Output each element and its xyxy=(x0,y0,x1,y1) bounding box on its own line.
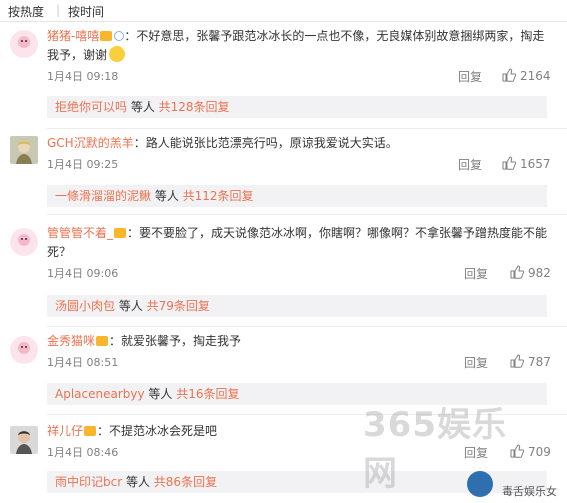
comment-time: 1月4日 09:06 xyxy=(47,267,119,280)
reply-summary-count[interactable]: 共16条回复 xyxy=(176,387,239,401)
reply-button[interactable]: 回复 xyxy=(464,265,488,282)
reply-summary-mid: 等人 xyxy=(115,299,147,313)
site-watermark: 365娱乐网 毒舌娱乐女 xyxy=(363,405,563,501)
like-count: 2164 xyxy=(520,69,551,83)
comment-body: 金秀猫咪 ：就爱张馨予，掏走我予 xyxy=(47,332,555,351)
comment-username[interactable]: GCH沉默的羔羊 xyxy=(47,136,134,150)
comment-text: ：路人能说张比范漂亮行吗，原谅我爱说大实话。 xyxy=(133,136,398,150)
avatar[interactable] xyxy=(10,336,38,364)
comment-text: ：不提范冰冰会死是吧 xyxy=(97,424,218,438)
vip-badge-icon xyxy=(84,426,97,436)
thumb-up-icon xyxy=(502,156,517,170)
like-button[interactable]: 1657 xyxy=(502,156,551,171)
thumb-up-icon xyxy=(510,265,525,279)
comment-username[interactable]: 管管管不着_ xyxy=(47,226,113,240)
comment-time: 1月4日 08:46 xyxy=(47,446,119,459)
reply-summary[interactable]: 拒绝你可以吗 等人 共128条回复 xyxy=(47,96,547,118)
sort-by-hot-tab[interactable]: 按热度 xyxy=(8,3,44,20)
comment-body: 管管管不着_ ：要不要脸了，成天说像范冰冰啊，你瞎啊？哪像啊？不拿张馨予蹭热度能不… xyxy=(47,224,555,262)
reply-button[interactable]: 回复 xyxy=(458,68,482,85)
vip-badge-icon xyxy=(96,336,109,346)
reply-summary-count[interactable]: 共79条回复 xyxy=(147,299,210,313)
reply-summary-count[interactable]: 共86条回复 xyxy=(154,475,217,489)
reply-summary-mid: 等人 xyxy=(144,387,177,401)
reply-summary-user[interactable]: 雨中印记bcr xyxy=(55,475,122,489)
reply-summary-mid: 等人 xyxy=(122,475,154,489)
member-badge-icon xyxy=(114,31,125,41)
watermark-subtitle: 毒舌娱乐女 xyxy=(502,485,557,498)
like-count: 1657 xyxy=(520,157,551,171)
comment-text: ：就爱张馨予，掏走我予 xyxy=(109,334,242,348)
vip-badge-icon xyxy=(100,31,113,41)
comment-username[interactable]: 金秀猫咪 xyxy=(47,334,95,348)
reply-summary[interactable]: 汤圆小肉包 等人 共79条回复 xyxy=(47,295,547,317)
like-count: 982 xyxy=(528,266,551,280)
sort-separator: | xyxy=(56,3,61,17)
like-button[interactable]: 982 xyxy=(510,265,551,280)
reply-summary-user[interactable]: 汤圆小肉包 xyxy=(55,299,115,313)
reply-summary[interactable]: 一條滑溜溜的泥鳅 等人 共112条回复 xyxy=(47,185,547,207)
reply-summary-user[interactable]: 拒绝你可以吗 xyxy=(55,100,127,114)
comment-username[interactable]: 祥儿仔 xyxy=(47,424,83,438)
comment-username[interactable]: 猪猪-嘻嘻 xyxy=(47,29,99,43)
comment-time: 1月4日 09:25 xyxy=(47,158,119,171)
divider xyxy=(47,128,567,129)
thumb-up-icon xyxy=(510,354,525,368)
comment-time: 1月4日 08:51 xyxy=(47,356,119,369)
avatar[interactable] xyxy=(10,30,38,58)
watermark-site-name: 365娱乐网 xyxy=(363,405,507,494)
thumb-up-icon xyxy=(502,68,517,82)
smile-emoji-icon xyxy=(109,46,126,62)
sort-bar: 按热度 | 按时间 xyxy=(0,0,567,22)
reply-summary-count[interactable]: 共112条回复 xyxy=(183,189,254,203)
reply-button[interactable]: 回复 xyxy=(458,156,482,173)
reply-button[interactable]: 回复 xyxy=(464,354,488,371)
reply-summary-mid: 等人 xyxy=(127,100,159,114)
divider xyxy=(47,214,567,215)
avatar[interactable] xyxy=(10,136,38,164)
comment-body: 猪猪-嘻嘻 ：不好意思，张馨予跟范冰冰长的一点也不像，无良媒体别故意捆绑两家，掏走… xyxy=(47,27,555,65)
sort-by-time-tab[interactable]: 按时间 xyxy=(68,3,104,20)
vip-badge-icon xyxy=(114,228,127,238)
like-button[interactable]: 2164 xyxy=(502,68,551,83)
reply-summary-mid: 等人 xyxy=(151,189,183,203)
avatar[interactable] xyxy=(10,228,38,256)
like-button[interactable]: 787 xyxy=(510,354,551,369)
watermark-logo-icon xyxy=(467,471,493,497)
divider xyxy=(47,326,567,327)
reply-summary-user[interactable]: 一條滑溜溜的泥鳅 xyxy=(55,189,151,203)
like-count: 787 xyxy=(528,355,551,369)
comment-body: GCH沉默的羔羊：路人能说张比范漂亮行吗，原谅我爱说大实话。 xyxy=(47,134,555,153)
comment-time: 1月4日 09:18 xyxy=(47,70,119,83)
avatar[interactable] xyxy=(10,426,38,454)
reply-summary-count[interactable]: 共128条回复 xyxy=(159,100,230,114)
reply-summary-user[interactable]: Aplacenearbyy xyxy=(55,387,145,401)
